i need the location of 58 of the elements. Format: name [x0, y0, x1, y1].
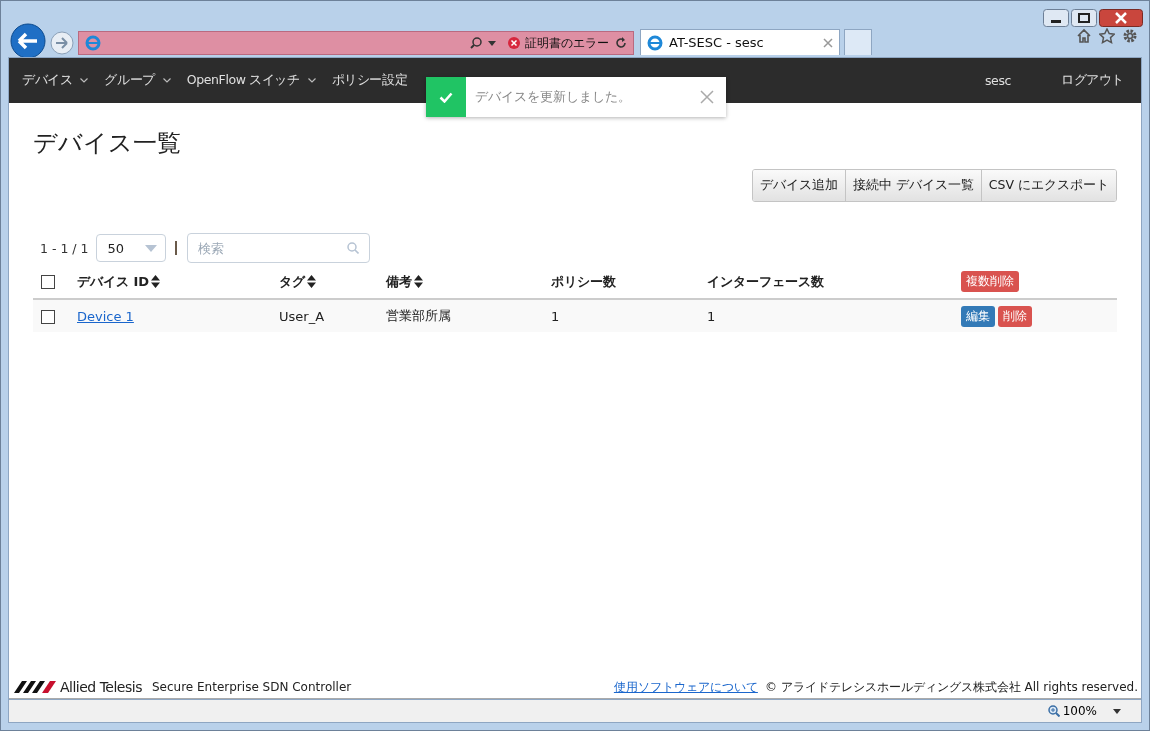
action-button[interactable]: デバイス追加 [752, 170, 845, 201]
product-name: Secure Enterprise SDN Controller [151, 680, 352, 694]
zoom-control[interactable]: 100% [1047, 704, 1097, 718]
device-link[interactable]: Device 1 [77, 308, 134, 324]
caret-icon [488, 40, 496, 46]
error-icon [508, 37, 520, 49]
edit-button[interactable]: 編集 [961, 305, 995, 327]
address-bar[interactable]: 証明書のエラー [78, 31, 634, 55]
minimize-icon[interactable] [1043, 9, 1069, 27]
row-checkbox[interactable] [41, 309, 55, 324]
column-header[interactable]: ポリシー数 [551, 272, 616, 291]
brand-logo-icon [14, 681, 56, 693]
nav-menu-item[interactable]: デバイス [15, 72, 98, 89]
browser-logo-icon [647, 34, 663, 51]
search-field[interactable]: 検索 [187, 233, 371, 263]
browser-logo-icon [85, 35, 101, 51]
column-header[interactable]: インターフェース数 [707, 272, 824, 291]
delete-button[interactable]: 削除 [998, 305, 1032, 327]
search-icon [347, 242, 360, 254]
close-icon[interactable] [1099, 9, 1143, 27]
zoom-icon [1047, 705, 1060, 717]
bulk-delete-button[interactable]: 複数削除 [961, 271, 1019, 292]
page-range: 1 - 1 / 1 [40, 240, 89, 256]
copyright-text: © アライドテレシスホールディングス株式会社 All rights reserved. [764, 678, 1138, 696]
page-title: デバイス一覧 [33, 128, 182, 159]
column-header[interactable]: 備考 [386, 272, 423, 291]
nav-menu-item[interactable]: ポリシー設定 [324, 72, 417, 89]
settings-icon[interactable] [1122, 28, 1138, 44]
toast-message: デバイスを更新しました。 [475, 88, 632, 106]
column-header[interactable]: タグ [279, 272, 316, 291]
star-icon[interactable] [1099, 28, 1115, 44]
check-icon [439, 91, 453, 103]
action-button[interactable]: CSV にエクスポート [980, 170, 1116, 201]
nav-menu-item[interactable]: OpenFlow スイッチ [179, 72, 325, 89]
table-cell: User_A [279, 308, 325, 324]
brand-name: Allied Telesis [60, 679, 142, 695]
separator-bar [175, 241, 178, 255]
logout-link[interactable]: ログアウト [1054, 72, 1133, 89]
table-cell: 1 [707, 308, 716, 324]
forward-icon[interactable] [50, 31, 74, 55]
software-info-link[interactable]: 使用ソフトウェアについて [613, 678, 758, 696]
search-icon [470, 37, 482, 49]
column-header[interactable]: デバイス ID [77, 272, 161, 291]
maximize-icon[interactable] [1071, 9, 1097, 27]
user-name[interactable]: sesc [978, 73, 1020, 88]
nav-menu-item[interactable]: グループ [97, 72, 180, 89]
select-all-checkbox[interactable] [41, 275, 55, 290]
table-cell: 営業部所属 [386, 308, 451, 323]
home-icon[interactable] [1076, 28, 1092, 44]
refresh-icon [615, 37, 627, 49]
page-size-select[interactable]: 50 [96, 234, 167, 262]
browser-tab[interactable]: AT-SESC - sesc [640, 29, 840, 55]
caret-icon [145, 244, 158, 252]
security-warning[interactable]: 証明書のエラー [525, 34, 609, 52]
action-button[interactable]: 接続中 デバイス一覧 [844, 170, 981, 201]
back-icon[interactable] [10, 23, 46, 59]
caret-icon[interactable] [1113, 708, 1121, 714]
table-cell: 1 [551, 308, 560, 324]
